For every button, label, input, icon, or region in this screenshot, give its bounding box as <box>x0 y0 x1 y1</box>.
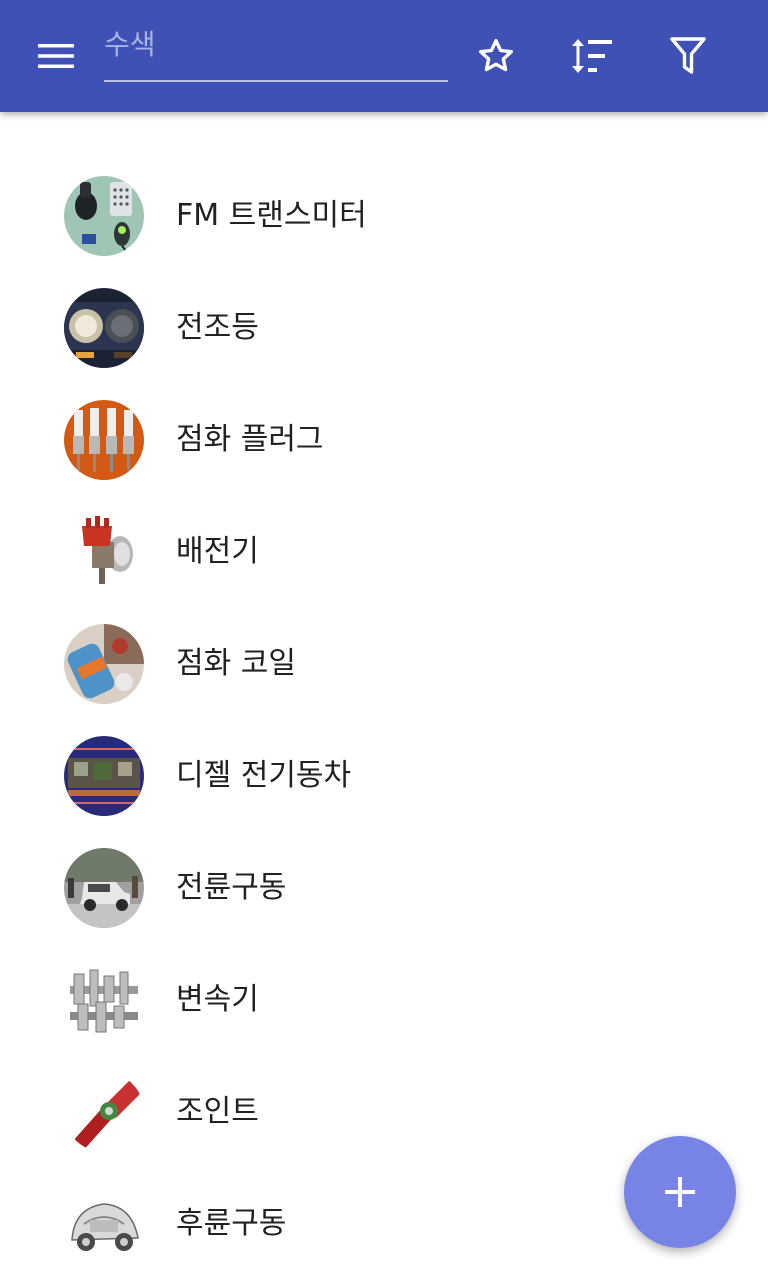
item-label: 점화 플러그 <box>176 422 324 457</box>
item-thumbnail <box>64 736 144 816</box>
item-label: 변속기 <box>176 982 259 1017</box>
item-label: 점화 코일 <box>176 646 296 681</box>
item-label: 디젤 전기동차 <box>176 758 352 793</box>
item-thumbnail <box>64 1184 144 1264</box>
plus-icon <box>665 1177 695 1207</box>
star-outline-icon <box>479 39 513 72</box>
item-list: FM 트랜스미터 전조등 점화 플러그 배전기 점화 코일 디젤 전기동차 전륜… <box>0 160 768 1280</box>
hamburger-menu-icon <box>38 44 74 68</box>
list-item[interactable]: FM 트랜스미터 <box>0 160 768 272</box>
item-thumbnail <box>64 624 144 704</box>
item-thumbnail <box>64 176 144 256</box>
search-field-container <box>104 22 448 82</box>
item-label: 후륜구동 <box>176 1206 287 1241</box>
list-item[interactable]: 전조등 <box>0 272 768 384</box>
item-thumbnail <box>64 512 144 592</box>
list-item[interactable]: 점화 코일 <box>0 608 768 720</box>
favorites-button[interactable] <box>468 28 524 84</box>
item-thumbnail <box>64 960 144 1040</box>
list-item[interactable]: 배전기 <box>0 496 768 608</box>
list-item[interactable]: 디젤 전기동차 <box>0 720 768 832</box>
sort-button[interactable] <box>564 28 620 84</box>
search-input[interactable] <box>104 22 448 76</box>
item-thumbnail <box>64 400 144 480</box>
app-toolbar <box>0 0 768 112</box>
item-label: 전륜구동 <box>176 870 287 905</box>
filter-button[interactable] <box>660 28 716 84</box>
menu-button[interactable] <box>24 32 88 80</box>
sort-icon <box>572 39 612 73</box>
list-item[interactable]: 점화 플러그 <box>0 384 768 496</box>
item-label: 전조등 <box>176 310 259 345</box>
item-thumbnail <box>64 1072 144 1152</box>
item-label: FM 트랜스미터 <box>176 198 367 233</box>
filter-icon <box>670 37 706 74</box>
item-thumbnail <box>64 848 144 928</box>
list-item[interactable]: 전륜구동 <box>0 832 768 944</box>
item-label: 조인트 <box>176 1094 259 1129</box>
item-thumbnail <box>64 288 144 368</box>
list-item[interactable]: 변속기 <box>0 944 768 1056</box>
add-item-button[interactable] <box>624 1136 736 1248</box>
item-label: 배전기 <box>176 534 259 569</box>
